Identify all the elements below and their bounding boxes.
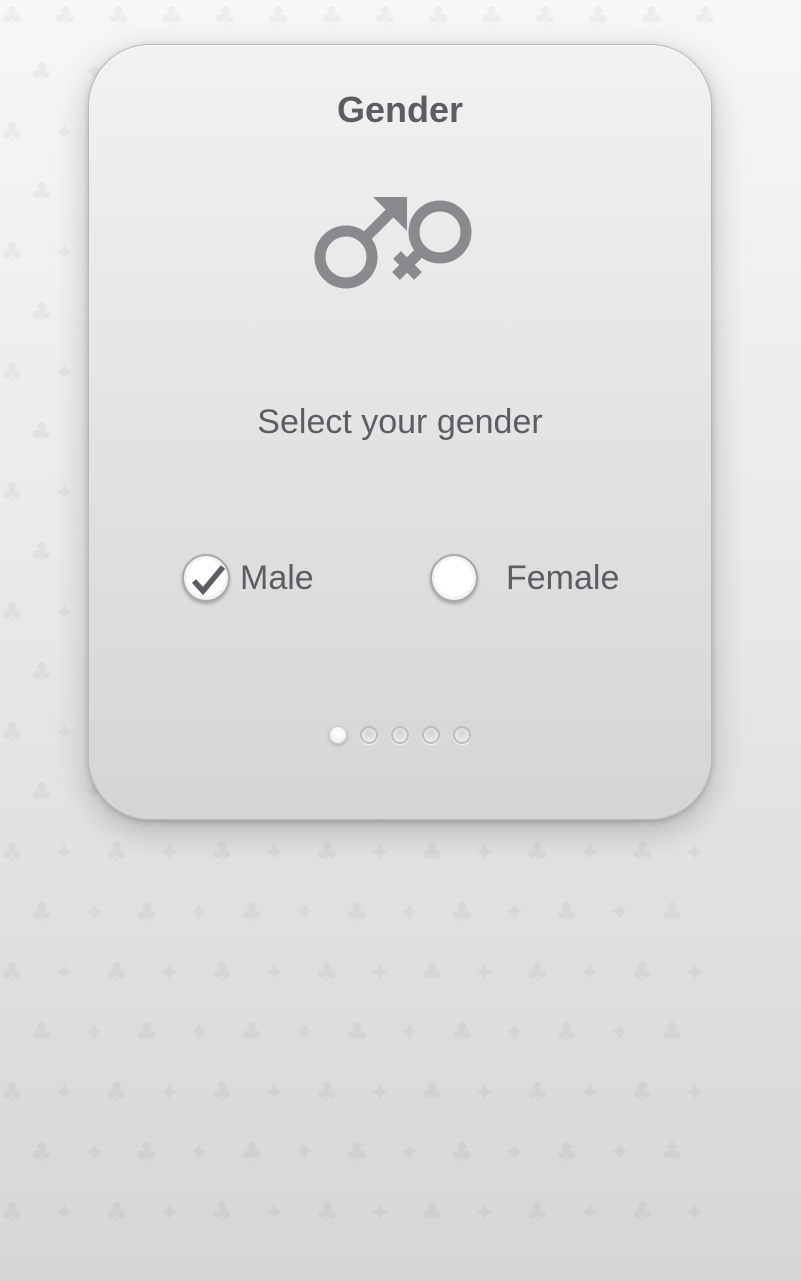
page-dot-1	[329, 726, 347, 744]
female-label[interactable]: Female	[506, 559, 619, 598]
male-label[interactable]: Male	[240, 559, 314, 598]
male-radio-button[interactable]	[182, 554, 230, 602]
card-title: Gender	[336, 89, 464, 130]
page-indicator	[329, 726, 471, 744]
page-dot-4	[422, 726, 440, 744]
checkmark-icon	[191, 565, 226, 596]
gender-option-male[interactable]: Male	[182, 550, 314, 606]
female-radio-button[interactable]	[430, 554, 478, 602]
select-gender-prompt: Select your gender	[257, 403, 543, 441]
gender-option-female[interactable]: Female	[430, 550, 619, 606]
male-female-icon	[313, 193, 483, 293]
page-dot-3	[391, 726, 409, 744]
page-dot-5	[453, 726, 471, 744]
gender-card: Gender Select your gender Male Female	[88, 44, 712, 820]
page-dot-2	[360, 726, 378, 744]
